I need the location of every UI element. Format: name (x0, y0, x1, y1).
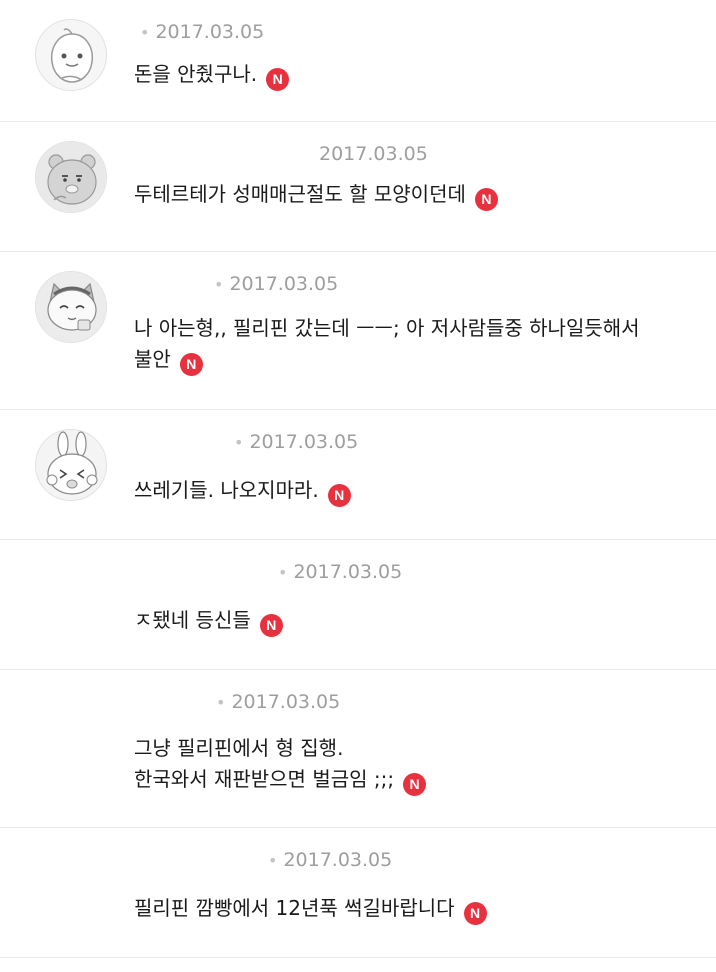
comment-text: 필리핀 깜빵에서 12년푹 썩길바랍니다 N (134, 893, 694, 925)
comment-text: 돈을 안줬구나. N (134, 59, 694, 91)
ryan-icon (36, 142, 106, 212)
comment-text: 나 아는형,, 필리핀 갔는데 ㅡㅡ; 아 저사람들중 하나일듯해서 (134, 316, 640, 340)
comment-date: 2017.03.05 (319, 143, 428, 165)
comment-meta: 2017.03.05 (315, 142, 428, 166)
comment-meta: • 2017.03.05 (134, 690, 340, 714)
comment-body: 그냥 필리핀에서 형 집행. 한국와서 재판받으면 벌금임 ;;; N (134, 733, 694, 796)
comment-item: • 2017.03.05 그냥 필리핀에서 형 집행. 한국와서 재판받으면 벌… (0, 670, 716, 828)
rabbit-icon (36, 430, 106, 500)
comment-text: 그냥 필리핀에서 형 집행. (134, 736, 344, 760)
comment-body: 돈을 안줬구나. N (134, 59, 694, 91)
avatar[interactable] (35, 847, 107, 919)
separator-dot: • (214, 274, 224, 294)
comment-list: • 2017.03.05 돈을 안줬구나. N 2017.03.05 두테르테가… (0, 0, 716, 958)
avatar[interactable] (35, 429, 107, 501)
avatar[interactable] (35, 559, 107, 631)
comment-text: ㅈ됐네 등신들 N (134, 605, 694, 637)
comment-text: 쓰레기들. 나오지마라. N (134, 475, 694, 507)
comment-meta: • 2017.03.05 (134, 20, 264, 44)
separator-dot: • (268, 850, 278, 870)
comment-meta: • 2017.03.05 (134, 848, 392, 872)
avatar[interactable] (35, 19, 107, 91)
comment-item: • 2017.03.05 나 아는형,, 필리핀 갔는데 ㅡㅡ; 아 저사람들중… (0, 252, 716, 410)
comment-date: 2017.03.05 (249, 431, 359, 453)
comment-date: 2017.03.05 (155, 21, 265, 43)
comment-date: 2017.03.05 (229, 273, 339, 295)
new-badge: N (266, 68, 290, 91)
avatar[interactable] (35, 141, 107, 213)
comment-meta: • 2017.03.05 (134, 272, 338, 296)
comment-body: 나 아는형,, 필리핀 갔는데 ㅡㅡ; 아 저사람들중 하나일듯해서 불안 N (134, 313, 694, 376)
comment-body: ㅈ됐네 등신들 N (134, 605, 694, 637)
apeach-icon (50, 28, 94, 83)
cat-icon (36, 272, 106, 342)
separator-dot: • (140, 22, 150, 42)
comment-date: 2017.03.05 (283, 849, 393, 871)
new-badge: N (259, 614, 283, 637)
new-badge: N (474, 188, 498, 211)
comment-body: 쓰레기들. 나오지마라. N (134, 475, 694, 507)
comment-date: 2017.03.05 (231, 691, 341, 713)
comment-body: 두테르테가 성매매근절도 할 모양이던데 N (134, 179, 694, 211)
separator-dot: • (216, 692, 226, 712)
avatar[interactable] (35, 689, 107, 761)
comment-text: 불안 N (134, 344, 694, 376)
comment-item: • 2017.03.05 ㅈ됐네 등신들 N (0, 540, 716, 670)
comment-date: 2017.03.05 (293, 561, 403, 583)
new-badge: N (327, 484, 351, 507)
avatar[interactable] (35, 271, 107, 343)
comment-meta: • 2017.03.05 (134, 560, 402, 584)
comment-text: 한국와서 재판받으면 벌금임 ;;; N (134, 764, 694, 796)
comment-meta: • 2017.03.05 (134, 430, 358, 454)
new-badge: N (403, 773, 427, 796)
separator-dot: • (234, 432, 244, 452)
comment-item: • 2017.03.05 돈을 안줬구나. N (0, 0, 716, 122)
comment-body: 필리핀 깜빵에서 12년푹 썩길바랍니다 N (134, 893, 694, 925)
new-badge: N (179, 353, 203, 376)
comment-item: • 2017.03.05 쓰레기들. 나오지마라. N (0, 410, 716, 540)
comment-item: • 2017.03.05 필리핀 깜빵에서 12년푹 썩길바랍니다 N (0, 828, 716, 958)
separator-dot: • (278, 562, 288, 582)
comment-text: 두테르테가 성매매근절도 할 모양이던데 N (134, 179, 694, 211)
new-badge: N (463, 902, 487, 925)
comment-item: 2017.03.05 두테르테가 성매매근절도 할 모양이던데 N (0, 122, 716, 252)
